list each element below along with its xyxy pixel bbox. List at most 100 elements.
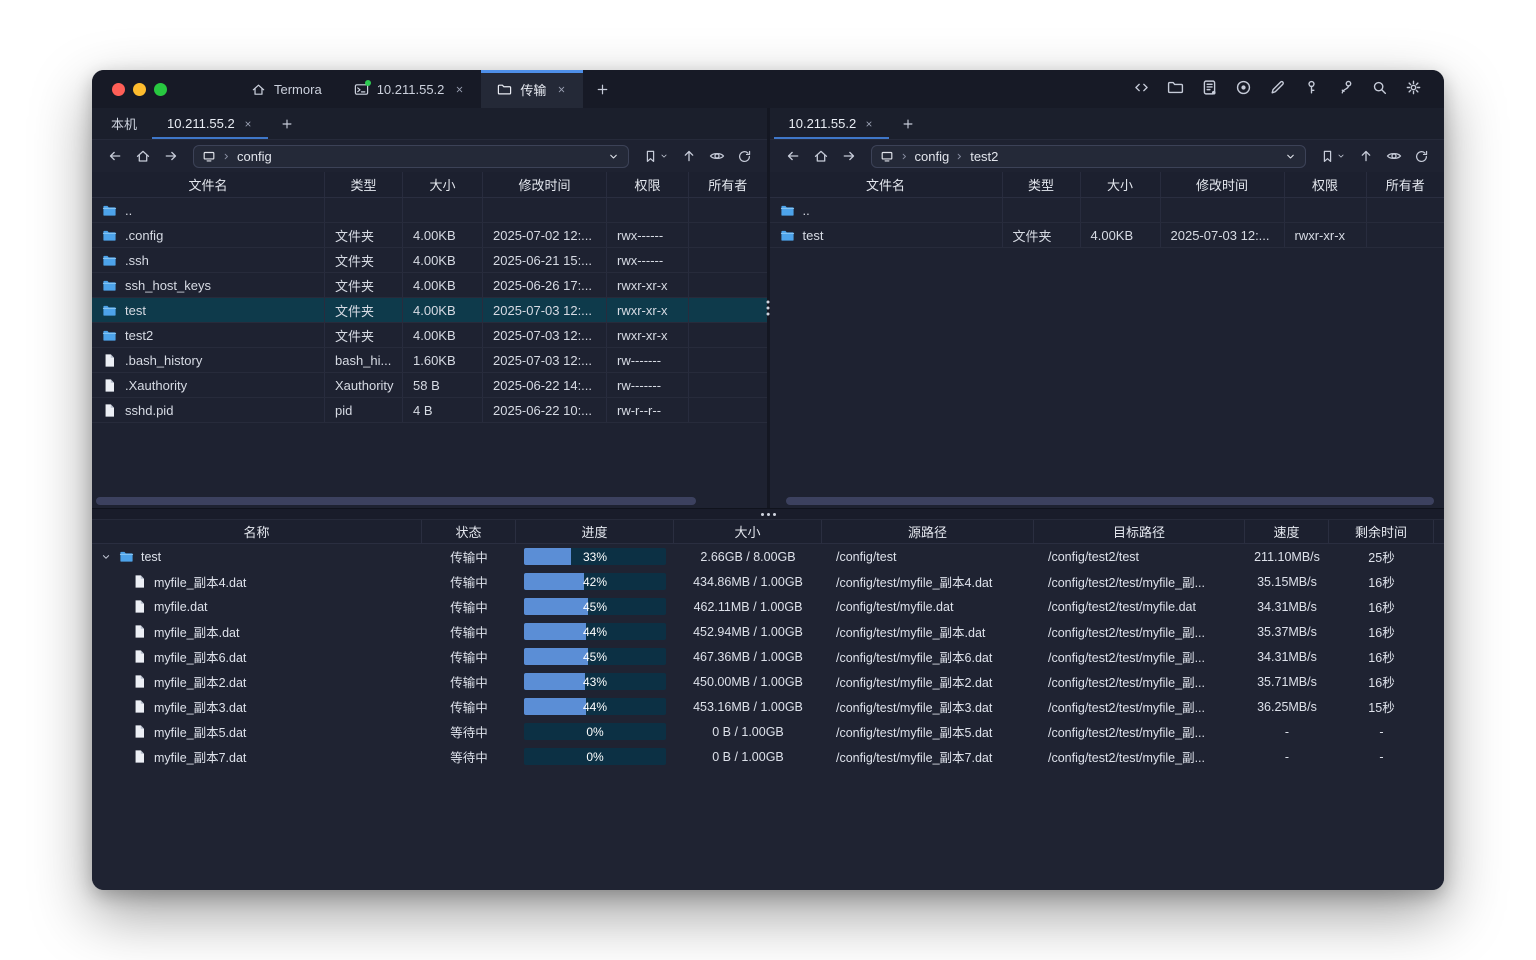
bookmark-button[interactable] <box>1315 147 1351 166</box>
transfer-column-header[interactable]: 名称 <box>92 520 422 543</box>
transfer-column-header[interactable]: 速度 <box>1245 520 1329 543</box>
transfer-column-header[interactable]: 状态 <box>422 520 516 543</box>
close-icon[interactable] <box>454 84 465 95</box>
forward-button[interactable] <box>158 146 184 166</box>
file-row-..[interactable]: .. <box>770 198 1445 223</box>
file-row-test[interactable]: test文件夹4.00KB2025-07-03 12:...rwxr-xr-x <box>770 223 1445 248</box>
refresh-button[interactable] <box>732 147 757 166</box>
file-row-.bash_history[interactable]: .bash_historybash_hi...1.60KB2025-07-03 … <box>92 348 767 373</box>
transfer-column-header[interactable]: 进度 <box>516 520 674 543</box>
panel-tab-10.211.55.2[interactable]: 10.211.55.2 <box>774 108 890 139</box>
path-input[interactable]: config test2 <box>871 145 1307 168</box>
close-icon[interactable] <box>864 119 874 129</box>
show-hidden-files-button[interactable] <box>1381 146 1407 166</box>
breadcrumb-segment[interactable]: config <box>237 149 272 164</box>
transfer-row-myfile_副本2.dat[interactable]: myfile_副本2.dat传输中43%450.00MB / 1.00GB/co… <box>92 669 1444 694</box>
toolbar-code-icon[interactable] <box>1131 77 1152 101</box>
file-size-cell: 4.00KB <box>1081 223 1161 247</box>
panel-tab-10.211.55.2[interactable]: 10.211.55.2 <box>152 108 268 139</box>
transfer-row-myfile_副本.dat[interactable]: myfile_副本.dat传输中44%452.94MB / 1.00GB/con… <box>92 619 1444 644</box>
main-tab-bar: Termora10.211.55.2传输 <box>235 70 622 108</box>
back-button[interactable] <box>102 146 128 166</box>
close-icon[interactable] <box>556 84 567 95</box>
transfer-column-header[interactable]: 源路径 <box>822 520 1034 543</box>
minimize-window-button[interactable] <box>133 83 146 96</box>
maximize-window-button[interactable] <box>154 83 167 96</box>
transfer-item-name: myfile_副本7.dat <box>154 747 246 766</box>
path-input[interactable]: config <box>193 145 629 168</box>
titlebar-tab-home[interactable]: Termora <box>235 70 338 108</box>
caret-down-icon[interactable] <box>1284 150 1297 163</box>
titlebar-tab-10.211.55.2[interactable]: 10.211.55.2 <box>338 70 482 108</box>
column-header[interactable]: 大小 <box>1081 172 1161 197</box>
toolbar-pencil-icon[interactable] <box>1267 77 1288 101</box>
file-row-.ssh[interactable]: .ssh文件夹4.00KB2025-06-21 15:...rwx------ <box>92 248 767 273</box>
file-row-.Xauthority[interactable]: .XauthorityXauthority58 B2025-06-22 14:.… <box>92 373 767 398</box>
file-owner-cell <box>689 298 767 322</box>
close-window-button[interactable] <box>112 83 125 96</box>
toolbar-search-icon[interactable] <box>1369 77 1390 101</box>
new-tab-button[interactable] <box>583 70 622 108</box>
column-header[interactable]: 权限 <box>1285 172 1367 197</box>
upload-button[interactable] <box>676 146 702 166</box>
bookmark-button[interactable] <box>638 147 674 166</box>
refresh-button[interactable] <box>1409 147 1434 166</box>
log-icon <box>1199 77 1220 98</box>
vertical-splitter[interactable] <box>767 108 770 508</box>
column-header[interactable]: 所有者 <box>1367 172 1445 197</box>
file-row-sshd.pid[interactable]: sshd.pidpid4 B2025-06-22 10:...rw-r--r-- <box>92 398 767 423</box>
titlebar-tab-传输[interactable]: 传输 <box>481 70 583 108</box>
file-row-test2[interactable]: test2文件夹4.00KB2025-07-03 12:...rwxr-xr-x <box>92 323 767 348</box>
panel-new-tab-button[interactable] <box>268 108 306 139</box>
breadcrumb-segment[interactable]: config <box>915 149 950 164</box>
toolbar-log-icon[interactable] <box>1199 77 1220 101</box>
horizontal-scrollbar[interactable] <box>770 495 1445 508</box>
column-header[interactable]: 权限 <box>607 172 689 197</box>
transfer-row-test[interactable]: test传输中33%2.66GB / 8.00GB/config/test/co… <box>92 544 1444 569</box>
transfer-row-myfile_副本7.dat[interactable]: myfile_副本7.dat等待中0%0 B / 1.00GB/config/t… <box>92 744 1444 769</box>
toolbar-record-icon[interactable] <box>1233 77 1254 101</box>
file-name: .Xauthority <box>125 378 187 393</box>
transfer-column-header[interactable]: 剩余时间 <box>1329 520 1434 543</box>
transfer-row-myfile_副本5.dat[interactable]: myfile_副本5.dat等待中0%0 B / 1.00GB/config/t… <box>92 719 1444 744</box>
column-header[interactable]: 修改时间 <box>1161 172 1285 197</box>
transfer-row-myfile_副本6.dat[interactable]: myfile_副本6.dat传输中45%467.36MB / 1.00GB/co… <box>92 644 1444 669</box>
file-row-..[interactable]: .. <box>92 198 767 223</box>
expand-chevron[interactable] <box>100 551 112 563</box>
breadcrumb-segment[interactable]: test2 <box>970 149 998 164</box>
transfer-column-header[interactable]: 大小 <box>674 520 822 543</box>
forward-button[interactable] <box>836 146 862 166</box>
home-button[interactable] <box>808 146 834 166</box>
caret-down-icon[interactable] <box>607 150 620 163</box>
home-button[interactable] <box>130 146 156 166</box>
file-row-.config[interactable]: .config文件夹4.00KB2025-07-02 12:...rwx----… <box>92 223 767 248</box>
file-row-test[interactable]: test文件夹4.00KB2025-07-03 12:...rwxr-xr-x <box>92 298 767 323</box>
column-header[interactable]: 修改时间 <box>483 172 607 197</box>
horizontal-splitter[interactable] <box>92 508 1444 520</box>
panel-new-tab-button[interactable] <box>889 108 927 139</box>
file-row-ssh_host_keys[interactable]: ssh_host_keys文件夹4.00KB2025-06-26 17:...r… <box>92 273 767 298</box>
panel-tab-本机[interactable]: 本机 <box>96 108 152 139</box>
transfer-name-cell: myfile_副本7.dat <box>92 747 422 766</box>
toolbar-key-icon[interactable] <box>1301 77 1322 101</box>
column-header[interactable]: 类型 <box>1003 172 1081 197</box>
column-header[interactable]: 类型 <box>325 172 403 197</box>
scrollbar-thumb[interactable] <box>786 497 1434 505</box>
toolbar-keychain-icon[interactable] <box>1335 77 1356 101</box>
toolbar-gear-icon[interactable] <box>1403 77 1424 101</box>
show-hidden-files-button[interactable] <box>704 146 730 166</box>
transfer-row-myfile.dat[interactable]: myfile.dat传输中45%462.11MB / 1.00GB/config… <box>92 594 1444 619</box>
back-button[interactable] <box>780 146 806 166</box>
scrollbar-thumb[interactable] <box>96 497 696 505</box>
column-header[interactable]: 所有者 <box>689 172 767 197</box>
transfer-row-myfile_副本4.dat[interactable]: myfile_副本4.dat传输中42%434.86MB / 1.00GB/co… <box>92 569 1444 594</box>
transfer-row-myfile_副本3.dat[interactable]: myfile_副本3.dat传输中44%453.16MB / 1.00GB/co… <box>92 694 1444 719</box>
toolbar-folder-icon[interactable] <box>1165 77 1186 101</box>
horizontal-scrollbar[interactable] <box>92 495 767 508</box>
upload-button[interactable] <box>1353 146 1379 166</box>
column-header[interactable]: 文件名 <box>770 172 1003 197</box>
column-header[interactable]: 文件名 <box>92 172 325 197</box>
column-header[interactable]: 大小 <box>403 172 483 197</box>
close-icon[interactable] <box>243 119 253 129</box>
transfer-column-header[interactable]: 目标路径 <box>1034 520 1245 543</box>
